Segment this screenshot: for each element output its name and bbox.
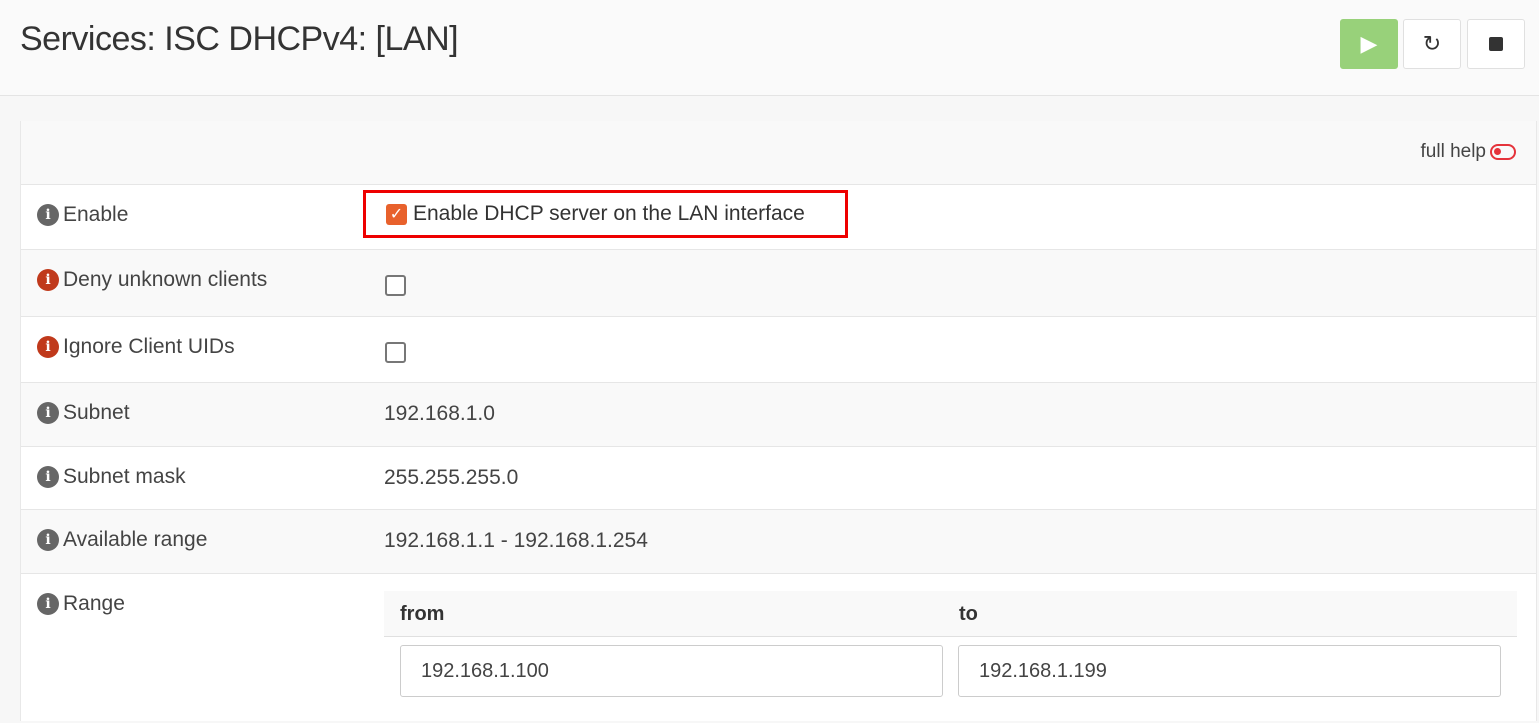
field-label: Subnet mask <box>63 465 186 488</box>
info-icon[interactable]: i <box>37 204 59 226</box>
enable-dhcp-checkbox[interactable]: ✓ Enable DHCP server on the LAN interface <box>363 190 848 238</box>
subnet-row: i Subnet 192.168.1.0 <box>21 382 1536 446</box>
field-label: Subnet <box>63 401 130 424</box>
checkmark-icon: ✓ <box>386 203 407 225</box>
field-label: Available range <box>63 528 208 551</box>
range-table-header: from to <box>384 591 1517 637</box>
deny-unknown-checkbox[interactable] <box>385 275 406 296</box>
range-from-input[interactable] <box>400 645 943 697</box>
deny-unknown-row: i Deny unknown clients <box>21 249 1536 316</box>
field-label: Range <box>63 592 125 615</box>
range-to-input[interactable] <box>958 645 1501 697</box>
field-label: Deny unknown clients <box>63 268 268 291</box>
enable-row: i Enable ✓ Enable DHCP server on the LAN i… <box>21 184 1536 249</box>
page-header: Services: ISC DHCPv4: [LAN] ▶ ↻ <box>0 0 1539 96</box>
info-icon[interactable]: i <box>37 593 59 615</box>
full-help-toggle[interactable]: full help <box>1420 141 1516 163</box>
subnet-value: 192.168.1.0 <box>384 402 495 425</box>
info-icon[interactable]: i <box>37 529 59 551</box>
available-range-row: i Available range 192.168.1.1 - 192.168.1… <box>21 509 1536 573</box>
full-help-label: full help <box>1420 141 1487 162</box>
range-row: i Range from to <box>21 573 1536 723</box>
page-title: Services: ISC DHCPv4: [LAN] <box>20 20 459 58</box>
field-label: Ignore Client UIDs <box>63 335 235 358</box>
field-label: Enable <box>63 203 129 226</box>
subnet-mask-row: i Subnet mask 255.255.255.0 <box>21 446 1536 509</box>
info-icon[interactable]: i <box>37 402 59 424</box>
info-icon[interactable]: i <box>37 336 59 358</box>
toggle-icon <box>1490 144 1516 160</box>
subnet-mask-value: 255.255.255.0 <box>384 466 519 489</box>
to-header: to <box>959 603 978 625</box>
info-icon[interactable]: i <box>37 269 59 291</box>
stop-icon <box>1489 37 1503 51</box>
info-icon[interactable]: i <box>37 466 59 488</box>
start-service-button[interactable]: ▶ <box>1340 19 1398 69</box>
ignore-uids-row: i Ignore Client UIDs <box>21 316 1536 382</box>
checkbox-label: Enable DHCP server on the LAN interface <box>413 202 805 225</box>
stop-service-button[interactable] <box>1467 19 1525 69</box>
play-icon: ▶ <box>1360 31 1378 56</box>
help-row: full help <box>21 121 1536 184</box>
from-header: from <box>400 603 445 625</box>
restart-service-button[interactable]: ↻ <box>1403 19 1461 69</box>
ignore-uids-checkbox[interactable] <box>385 342 406 363</box>
settings-panel: full help i Enable ✓ Enable DHCP server on… <box>20 121 1537 721</box>
restart-icon: ↻ <box>1422 31 1442 56</box>
available-range-value: 192.168.1.1 - 192.168.1.254 <box>384 529 648 552</box>
